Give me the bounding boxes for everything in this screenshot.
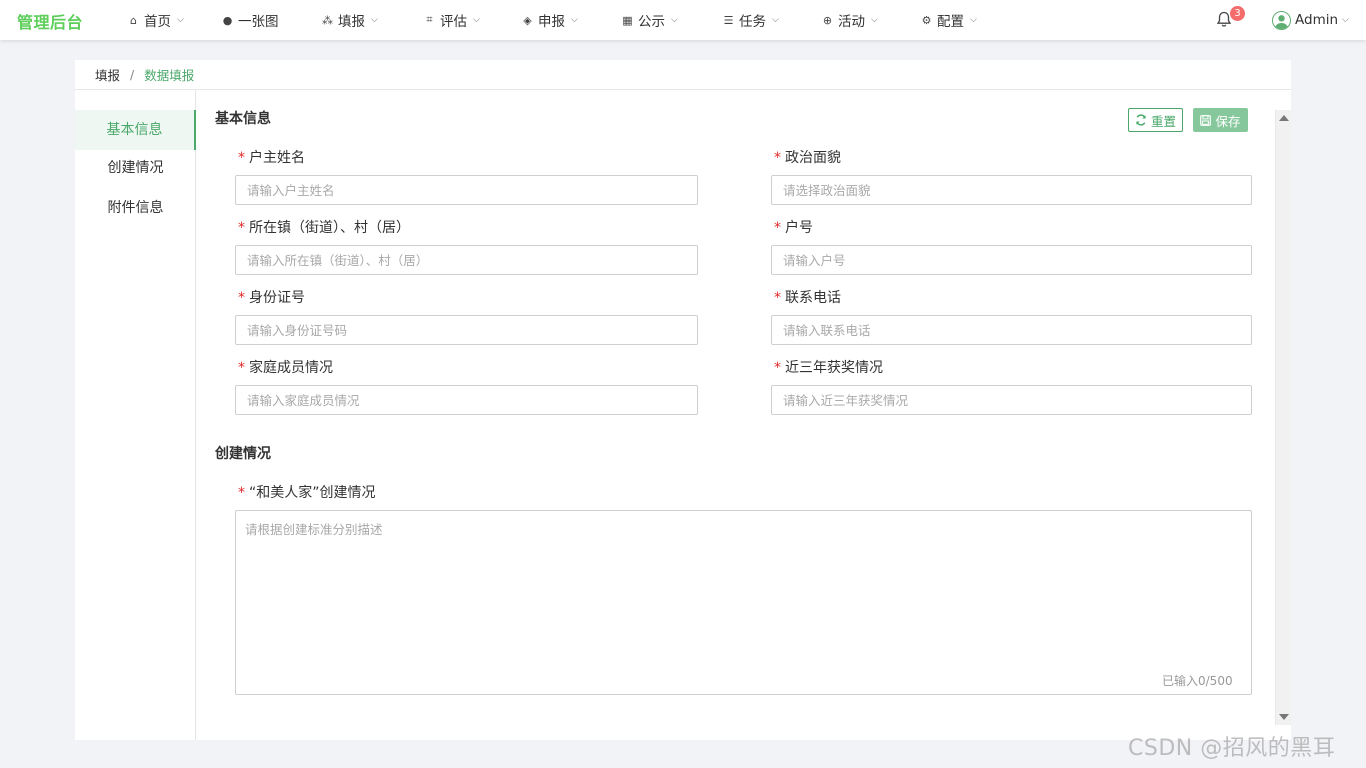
refresh-icon xyxy=(1136,114,1146,126)
chevron-down-icon: ⌵ xyxy=(671,15,678,25)
section-sidebar: 基本信息 创建情况 附件信息 xyxy=(75,90,196,740)
building-icon: ▦ xyxy=(622,13,633,27)
chevron-down-icon: ⌵ xyxy=(970,15,977,25)
field-label-family-members: * 家庭成员情况 xyxy=(238,360,333,376)
phone-input[interactable] xyxy=(771,315,1252,345)
nav-label: 活动 xyxy=(838,14,865,30)
sidebar-item-basic-info[interactable]: 基本信息 xyxy=(75,110,196,150)
field-label-town-village: * 所在镇（街道）、村（居） xyxy=(238,220,410,236)
field-label-householder-name: * 户主姓名 xyxy=(238,150,305,166)
scroll-down-icon[interactable] xyxy=(1279,714,1289,720)
nav-label: 首页 xyxy=(144,14,171,30)
political-status-select[interactable] xyxy=(771,175,1252,205)
nav-label: 公示 xyxy=(638,14,665,30)
nav-item-tasks[interactable]: ☰ 任务 ⌵ xyxy=(722,0,779,40)
awards-input[interactable] xyxy=(771,385,1252,415)
reset-button[interactable]: 重置 xyxy=(1128,108,1183,132)
scroll-up-icon[interactable] xyxy=(1279,115,1289,121)
nav-label: 任务 xyxy=(739,14,766,30)
vertical-scrollbar[interactable] xyxy=(1275,110,1291,725)
town-village-input[interactable] xyxy=(235,245,698,275)
section-title-creation: 创建情况 xyxy=(215,446,271,462)
chevron-down-icon: ⌵ xyxy=(177,15,184,25)
top-navbar: 管理后台 ⌂ 首页 ⌵ ● 一张图 ⁂ 填报 ⌵ ⌗ 评估 ⌵ ◈ 申报 ⌵ ▦… xyxy=(0,0,1366,40)
chevron-down-icon: ⌵ xyxy=(871,15,878,25)
form-panel: 基本信息 创建情况 附件信息 基本信息 重置 保存 *户主姓名 *政治面貌 *所… xyxy=(75,90,1291,740)
save-icon xyxy=(1200,114,1212,126)
user-name: Admin xyxy=(1295,12,1339,28)
nav-label: 配置 xyxy=(937,14,964,30)
notification-badge: 3 xyxy=(1230,6,1245,21)
server-icon: ☰ xyxy=(723,13,734,27)
field-label-creation-status: * “和美人家”创建情况 xyxy=(238,485,376,501)
layers-icon: ◈ xyxy=(523,13,532,27)
chevron-down-icon: ⌵ xyxy=(571,15,578,25)
home-icon: ⌂ xyxy=(130,13,137,27)
chevron-down-icon: ⌵ xyxy=(371,15,378,25)
app-brand[interactable]: 管理后台 xyxy=(17,9,83,33)
nav-item-config[interactable]: ⚙ 配置 ⌵ xyxy=(920,0,977,40)
chevron-down-icon: ⌵ xyxy=(473,15,480,25)
nav-item-map[interactable]: ● 一张图 xyxy=(221,0,279,40)
field-label-id-number: * 身份证号 xyxy=(238,290,305,306)
nav-item-fill[interactable]: ⁂ 填报 ⌵ xyxy=(321,0,378,40)
cubes-icon: ⁂ xyxy=(322,13,333,27)
save-button[interactable]: 保存 xyxy=(1193,108,1248,132)
nav-item-home[interactable]: ⌂ 首页 ⌵ xyxy=(127,0,184,40)
householder-name-input[interactable] xyxy=(235,175,698,205)
field-label-political-status: * 政治面貌 xyxy=(774,150,841,166)
nav-label: 评估 xyxy=(440,14,467,30)
creation-description-textarea[interactable] xyxy=(235,510,1252,695)
watermark: CSDN @招风的黑耳 xyxy=(1128,736,1336,761)
save-label: 保存 xyxy=(1215,113,1241,129)
user-avatar-icon xyxy=(1272,10,1291,30)
section-title-basic-info: 基本信息 xyxy=(215,111,271,127)
nav-item-declare[interactable]: ◈ 申报 ⌵ xyxy=(521,0,578,40)
sidebar-item-attachments[interactable]: 附件信息 xyxy=(75,188,196,228)
chevron-down-icon: ⌵ xyxy=(1342,15,1349,25)
nav-item-evaluate[interactable]: ⌗ 评估 ⌵ xyxy=(423,0,480,40)
breadcrumb-separator: / xyxy=(130,67,135,82)
breadcrumb-parent[interactable]: 填报 xyxy=(95,65,120,84)
globe-icon: ● xyxy=(222,13,233,27)
user-menu[interactable]: Admin ⌵ xyxy=(1272,0,1349,40)
household-number-input[interactable] xyxy=(771,245,1252,275)
nav-label: 一张图 xyxy=(238,14,279,30)
family-members-input[interactable] xyxy=(235,385,698,415)
chevron-down-icon: ⌵ xyxy=(772,15,779,25)
id-number-input[interactable] xyxy=(235,315,698,345)
lifebuoy-icon: ⊕ xyxy=(822,13,833,27)
nav-item-publicity[interactable]: ▦ 公示 ⌵ xyxy=(621,0,678,40)
breadcrumb-current: 数据填报 xyxy=(144,68,195,83)
field-label-phone: * 联系电话 xyxy=(774,290,841,306)
field-label-awards: * 近三年获奖情况 xyxy=(774,360,883,376)
field-label-household-number: * 户号 xyxy=(774,220,813,236)
crop-icon: ⌗ xyxy=(426,13,433,26)
nav-label: 申报 xyxy=(538,14,565,30)
sidebar-item-creation[interactable]: 创建情况 xyxy=(75,148,196,188)
breadcrumb: 填报 / 数据填报 xyxy=(75,60,1291,90)
character-counter: 已输入0/500 xyxy=(1162,674,1233,688)
reset-label: 重置 xyxy=(1150,113,1176,129)
nav-item-activity[interactable]: ⊕ 活动 ⌵ xyxy=(821,0,878,40)
nav-label: 填报 xyxy=(338,14,365,30)
gear-icon: ⚙ xyxy=(921,13,932,27)
